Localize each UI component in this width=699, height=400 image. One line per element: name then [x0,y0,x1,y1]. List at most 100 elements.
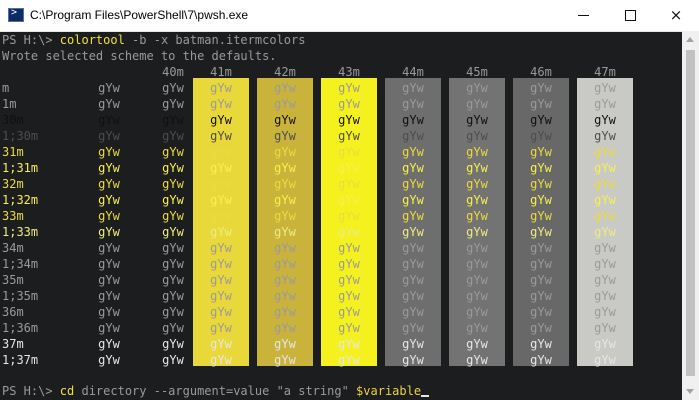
sample-cell: gYw [98,97,120,111]
sample-cell: gYw [466,193,488,207]
sample-cell: gYw [466,289,488,303]
command-line: PS H:\> colortool -b -x batman.itermcolo… [2,32,305,48]
sample-cell: gYw [594,193,616,207]
sample-cell: gYw [338,97,360,111]
sample-cell: gYw [98,161,120,175]
row-label: m [2,81,10,95]
sample-cell: gYw [98,129,120,143]
row-label: 37m [2,337,24,351]
sample-cell: gYw [98,81,120,95]
sample-cell: gYw [594,145,616,159]
sample-cell: gYw [402,193,424,207]
sample-cell: gYw [210,145,232,159]
sample-cell: gYw [402,145,424,159]
sample-cell: gYw [530,193,552,207]
vertical-scrollbar[interactable] [682,31,699,400]
sample-cell: gYw [530,337,552,351]
command-variable: $variable [356,384,422,398]
sample-cell: gYw [98,241,120,255]
sample-cell: gYw [466,273,488,287]
scroll-down-arrow-icon[interactable] [686,389,694,394]
sample-cell: gYw [98,225,120,239]
sample-cell: gYw [210,225,232,239]
sample-cell: gYw [466,177,488,191]
sample-cell: gYw [338,337,360,351]
sample-cell: gYw [98,177,120,191]
sample-cell: gYw [98,353,120,367]
row-label: 35m [2,273,24,287]
sample-cell: gYw [402,129,424,143]
sample-cell: gYw [594,305,616,319]
sample-cell: gYw [210,337,232,351]
row-label: 33m [2,209,24,223]
current-command-line: PS H:\> cd directory --argument=value "a… [2,383,430,399]
sample-cell: gYw [530,273,552,287]
sample-cell: gYw [530,161,552,175]
row-label: 36m [2,305,24,319]
sample-cell: gYw [210,289,232,303]
row-label: 1;36m [2,321,39,335]
sample-cell: gYw [210,97,232,111]
sample-cell: gYw [274,97,296,111]
sample-cell: gYw [274,257,296,271]
sample-cell: gYw [98,273,120,287]
sample-cell: gYw [466,145,488,159]
sample-cell: gYw [402,289,424,303]
sample-cell: gYw [210,113,232,127]
terminal-area[interactable]: PS H:\> colortool -b -x batman.itermcolo… [0,31,682,400]
sample-cell: gYw [274,353,296,367]
sample-cell: gYw [530,289,552,303]
scroll-thumb[interactable] [686,50,695,376]
sample-cell: gYw [210,81,232,95]
sample-cell: gYw [210,321,232,335]
sample-cell: gYw [530,97,552,111]
maximize-button[interactable] [607,0,653,31]
sample-cell: gYw [274,305,296,319]
row-label: 1m [2,97,17,111]
sample-cell: gYw [338,305,360,319]
sample-cell: gYw [402,113,424,127]
sample-cell: gYw [594,209,616,223]
sample-cell: gYw [98,305,120,319]
sample-cell: gYw [274,177,296,191]
sample-cell: gYw [530,321,552,335]
sample-cell: gYw [98,289,120,303]
output-message: Wrote selected scheme to the defaults. [2,49,277,63]
maximize-icon [624,10,636,21]
sample-cell: gYw [402,161,424,175]
sample-cell: gYw [594,353,616,367]
sample-cell: gYw [274,145,296,159]
sample-cell: gYw [338,353,360,367]
sample-cell: gYw [98,209,120,223]
scroll-up-arrow-icon[interactable] [686,37,694,42]
column-header: 44m [402,65,424,79]
sample-cell: gYw [210,129,232,143]
sample-cell: gYw [338,177,360,191]
sample-cell: gYw [402,81,424,95]
minimize-icon [577,15,589,16]
sample-cell: gYw [466,209,488,223]
row-label: 1;34m [2,257,39,271]
sample-cell: gYw [98,337,120,351]
sample-cell: gYw [338,81,360,95]
sample-cell: gYw [98,257,120,271]
sample-cell: gYw [338,209,360,223]
sample-cell: gYw [466,337,488,351]
minimize-button[interactable] [560,0,606,31]
row-label: 30m [2,113,24,127]
column-header: 41m [210,65,232,79]
sample-cell: gYw [594,161,616,175]
window-title: C:\Program Files\PowerShell\7\pwsh.exe [30,8,249,22]
row-label: 1;33m [2,225,39,239]
sample-cell: gYw [530,113,552,127]
sample-cell: gYw [274,321,296,335]
sample-cell: gYw [402,337,424,351]
title-bar[interactable]: > C:\Program Files\PowerShell\7\pwsh.exe… [0,0,699,32]
prompt: PS H:\> [2,33,60,47]
sample-cell: gYw [466,161,488,175]
close-button[interactable]: × [653,0,699,31]
sample-cell: gYw [466,241,488,255]
column-header: 46m [530,65,552,79]
sample-cell: gYw [338,129,360,143]
sample-cell: gYw [274,273,296,287]
